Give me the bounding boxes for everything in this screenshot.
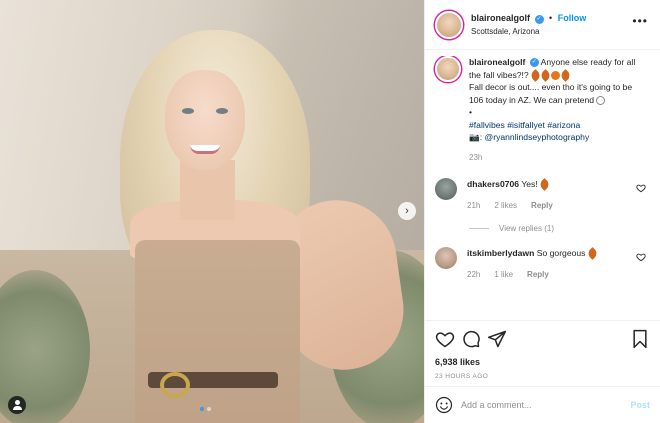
caption-bullet: • — [469, 107, 473, 117]
camera-emoji-icon: 📷: — [469, 132, 485, 142]
dress — [135, 240, 300, 423]
comment-meta: 21h 2 likes Reply — [467, 200, 553, 212]
comment-username[interactable]: itskimberlydawn — [467, 248, 534, 258]
comment-heart-icon[interactable] — [636, 183, 646, 193]
comment-input[interactable] — [461, 400, 631, 410]
carousel-dots — [200, 407, 211, 411]
heart-icon[interactable] — [435, 329, 455, 349]
smile-emoji-icon — [596, 95, 606, 105]
post-button[interactable]: Post — [630, 400, 650, 410]
location[interactable]: Scottsdale, Arizona — [471, 27, 586, 36]
comments-section[interactable]: blaironealgolf ✓ Anyone else ready for a… — [425, 56, 660, 320]
comment-meta: 22h 1 like Reply — [467, 269, 598, 281]
comment-body: dhakers0706 Yes! 21h 2 likes Reply — [467, 178, 553, 212]
comment-icon[interactable] — [461, 329, 481, 349]
leaf-emoji-icon — [559, 68, 572, 82]
comment-avatar[interactable] — [435, 247, 457, 269]
reply-button[interactable]: Reply — [527, 269, 549, 281]
comment-item: dhakers0706 Yes! 21h 2 likes Reply — [435, 178, 650, 212]
user-tag-icon[interactable] — [8, 396, 26, 414]
avatar[interactable] — [435, 10, 463, 39]
follow-button[interactable]: Follow — [558, 13, 587, 23]
view-replies-button[interactable]: View replies (1) — [469, 224, 650, 233]
caption-hashtags[interactable]: #fallvibes #isitfallyet #arizona — [469, 120, 580, 130]
replies-divider — [469, 228, 489, 229]
comment-heart-icon[interactable] — [636, 252, 646, 262]
likes-count[interactable]: 6,938 likes — [435, 357, 650, 367]
face — [165, 70, 245, 170]
caption-line-2: Fall decor is out.... even tho it's goin… — [469, 82, 633, 105]
post-date[interactable]: 23 HOURS AGO — [435, 373, 650, 380]
caption: blaironealgolf ✓ Anyone else ready for a… — [435, 56, 650, 164]
bookmark-icon[interactable] — [630, 329, 650, 349]
comment-item: itskimberlydawn So gorgeous 22h 1 like R… — [435, 247, 650, 281]
caption-avatar[interactable] — [435, 56, 461, 82]
separator: • — [549, 13, 553, 24]
comment-text: So gorgeous — [536, 248, 586, 258]
maple-leaf-emoji-icon — [585, 247, 599, 261]
comment-avatar[interactable] — [435, 178, 457, 200]
chevron-right-icon[interactable]: › — [398, 202, 416, 220]
action-icons — [435, 329, 650, 349]
photo-credit-link[interactable]: @ryannlindseyphotography — [484, 132, 589, 142]
verified-badge-icon: ✓ — [534, 14, 544, 24]
comment-username[interactable]: dhakers0706 — [467, 179, 519, 189]
leaf-emoji-icon — [539, 68, 552, 82]
belt-buckle — [160, 372, 190, 398]
comment-likes[interactable]: 2 likes — [494, 200, 517, 212]
header-text: blaironealgolf ✓ • Follow Scottsdale, Ar… — [471, 13, 586, 35]
verified-badge-icon: ✓ — [529, 58, 539, 68]
caption-body: blaironealgolf ✓ Anyone else ready for a… — [469, 56, 647, 164]
more-options-icon[interactable]: ••• — [632, 14, 648, 28]
comment-time: 21h — [467, 201, 481, 210]
carousel-dot-active — [200, 407, 204, 411]
smile — [190, 145, 220, 154]
share-icon[interactable] — [487, 329, 507, 349]
header-username[interactable]: blaironealgolf — [471, 13, 530, 23]
view-replies-label[interactable]: View replies (1) — [499, 224, 554, 233]
carousel-dot — [207, 407, 211, 411]
post-photo[interactable]: › — [0, 0, 424, 423]
post-actions: 6,938 likes 23 HOURS AGO — [425, 320, 660, 380]
pumpkin-emoji-icon — [551, 70, 561, 80]
post-sidebar: blaironealgolf ✓ • Follow Scottsdale, Ar… — [424, 0, 660, 423]
comment-body: itskimberlydawn So gorgeous 22h 1 like R… — [467, 247, 599, 281]
maple-leaf-emoji-icon — [538, 178, 552, 192]
leaf-emoji-icon — [529, 68, 542, 82]
post-header: blaironealgolf ✓ • Follow Scottsdale, Ar… — [425, 0, 660, 50]
comment-time: 22h — [467, 270, 481, 279]
smile-icon[interactable] — [435, 396, 453, 414]
caption-time: 23h — [469, 152, 483, 162]
add-comment-bar: Post — [425, 386, 660, 423]
eyes — [182, 108, 228, 116]
caption-username[interactable]: blaironealgolf — [469, 57, 525, 67]
comment-likes[interactable]: 1 like — [494, 269, 513, 281]
comment-text: Yes! — [521, 179, 538, 189]
reply-button[interactable]: Reply — [531, 200, 553, 212]
